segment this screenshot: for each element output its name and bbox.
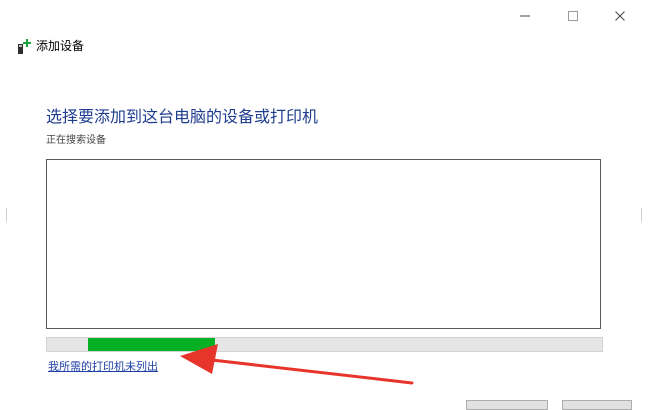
close-button[interactable] [600, 3, 640, 29]
page-heading: 选择要添加到这台电脑的设备或打印机 [46, 109, 319, 126]
device-list[interactable] [46, 159, 601, 329]
close-icon [615, 11, 625, 21]
minimize-button[interactable] [505, 3, 545, 29]
search-progress-bar [46, 337, 603, 352]
maximize-button[interactable] [553, 3, 593, 29]
missing-printer-link[interactable]: 我所需的打印机未列出 [48, 360, 158, 375]
footer-button[interactable] [466, 400, 548, 410]
search-progress-fill [88, 338, 215, 351]
minimize-icon [520, 15, 530, 17]
window-edge-mark [641, 208, 642, 222]
footer-button[interactable] [562, 400, 632, 410]
window-edge-mark [6, 208, 7, 222]
search-status: 正在搜索设备 [46, 135, 106, 146]
window-title: 添加设备 [36, 39, 85, 53]
maximize-icon [568, 11, 578, 21]
add-device-icon [18, 39, 31, 54]
